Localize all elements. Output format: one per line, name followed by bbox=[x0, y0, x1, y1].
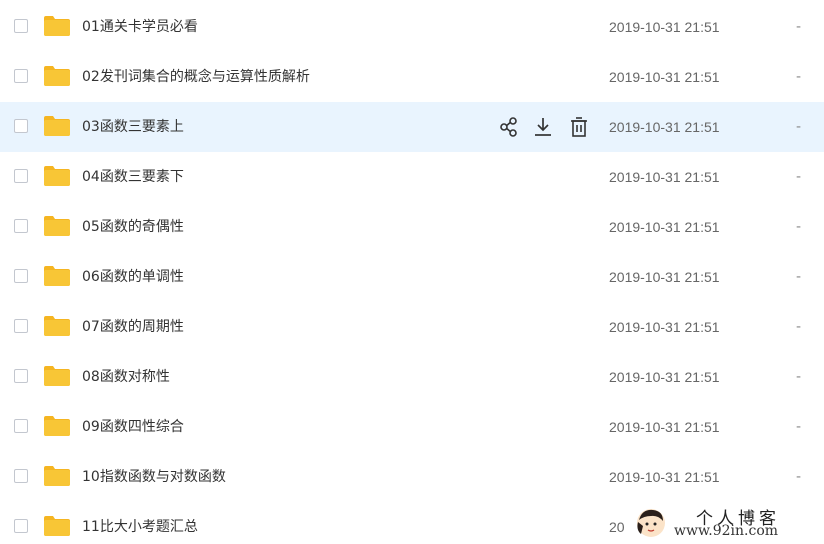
modified-time: 2019-10-31 21:51 bbox=[609, 469, 720, 485]
modified-time: 2019-10-31 21:51 bbox=[609, 219, 720, 235]
row-checkbox[interactable] bbox=[14, 219, 28, 233]
delete-icon[interactable] bbox=[568, 116, 590, 138]
download-icon[interactable] bbox=[532, 116, 554, 138]
file-row[interactable]: 02发刊词集合的概念与运算性质解析 2019-10-31 21:51 - bbox=[0, 52, 824, 102]
avatar-logo bbox=[637, 509, 665, 537]
watermark: 个人博客 www.92in.com bbox=[630, 502, 824, 544]
file-row[interactable]: 04函数三要素下 2019-10-31 21:51 - bbox=[0, 152, 824, 202]
file-size: - bbox=[796, 269, 802, 285]
file-row[interactable]: 06函数的单调性 2019-10-31 21:51 - bbox=[0, 252, 824, 302]
folder-icon bbox=[44, 116, 70, 136]
file-name[interactable]: 02发刊词集合的概念与运算性质解析 bbox=[82, 52, 310, 102]
folder-icon bbox=[44, 416, 70, 436]
modified-time: 2019-10-31 21:51 bbox=[609, 319, 720, 335]
file-name[interactable]: 04函数三要素下 bbox=[82, 152, 184, 202]
file-size: - bbox=[796, 469, 802, 485]
file-name[interactable]: 03函数三要素上 bbox=[82, 102, 184, 152]
folder-icon bbox=[44, 466, 70, 486]
file-name[interactable]: 01通关卡学员必看 bbox=[82, 2, 198, 52]
folder-icon bbox=[44, 166, 70, 186]
folder-icon bbox=[44, 216, 70, 236]
file-size: - bbox=[796, 19, 802, 35]
file-list: 01通关卡学员必看 2019-10-31 21:51 - 02发刊词集合的概念与… bbox=[0, 0, 824, 544]
file-size: - bbox=[796, 119, 802, 135]
file-row[interactable]: 01通关卡学员必看 2019-10-31 21:51 - bbox=[0, 2, 824, 52]
file-size: - bbox=[796, 219, 802, 235]
folder-icon bbox=[44, 366, 70, 386]
file-name[interactable]: 07函数的周期性 bbox=[82, 302, 184, 352]
file-name[interactable]: 11比大小考题汇总 bbox=[82, 502, 198, 544]
modified-time: 2019-10-31 21:51 bbox=[609, 69, 720, 85]
file-row[interactable]: 05函数的奇偶性 2019-10-31 21:51 - bbox=[0, 202, 824, 252]
row-checkbox[interactable] bbox=[14, 519, 28, 533]
modified-time: 2019-10-31 21:51 bbox=[609, 269, 720, 285]
row-checkbox[interactable] bbox=[14, 419, 28, 433]
row-checkbox[interactable] bbox=[14, 19, 28, 33]
file-name[interactable]: 09函数四性综合 bbox=[82, 402, 184, 452]
file-row[interactable]: 09函数四性综合 2019-10-31 21:51 - bbox=[0, 402, 824, 452]
file-size: - bbox=[796, 369, 802, 385]
row-checkbox[interactable] bbox=[14, 69, 28, 83]
file-size: - bbox=[796, 169, 802, 185]
modified-time: 20 bbox=[609, 519, 625, 535]
modified-time: 2019-10-31 21:51 bbox=[609, 369, 720, 385]
file-row[interactable]: 08函数对称性 2019-10-31 21:51 - bbox=[0, 352, 824, 402]
modified-time: 2019-10-31 21:51 bbox=[609, 169, 720, 185]
file-row[interactable]: 07函数的周期性 2019-10-31 21:51 - bbox=[0, 302, 824, 352]
file-size: - bbox=[796, 419, 802, 435]
row-checkbox[interactable] bbox=[14, 169, 28, 183]
file-size: - bbox=[796, 319, 802, 335]
file-name[interactable]: 05函数的奇偶性 bbox=[82, 202, 184, 252]
row-checkbox[interactable] bbox=[14, 369, 28, 383]
file-row-hovered[interactable]: 03函数三要素上 2019-10-31 21:51 - bbox=[0, 102, 824, 152]
row-checkbox[interactable] bbox=[14, 269, 28, 283]
folder-icon bbox=[44, 266, 70, 286]
file-name[interactable]: 10指数函数与对数函数 bbox=[82, 452, 226, 502]
row-checkbox[interactable] bbox=[14, 319, 28, 333]
row-checkbox[interactable] bbox=[14, 119, 28, 133]
file-name[interactable]: 06函数的单调性 bbox=[82, 252, 184, 302]
file-row[interactable]: 10指数函数与对数函数 2019-10-31 21:51 - bbox=[0, 452, 824, 502]
watermark-url: www.92in.com bbox=[674, 523, 779, 539]
folder-icon bbox=[44, 316, 70, 336]
modified-time: 2019-10-31 21:51 bbox=[609, 119, 720, 135]
folder-icon bbox=[44, 516, 70, 536]
file-name[interactable]: 08函数对称性 bbox=[82, 352, 170, 402]
file-size: - bbox=[796, 69, 802, 85]
share-icon[interactable] bbox=[498, 116, 520, 138]
folder-icon bbox=[44, 16, 70, 36]
modified-time: 2019-10-31 21:51 bbox=[609, 419, 720, 435]
folder-icon bbox=[44, 66, 70, 86]
row-checkbox[interactable] bbox=[14, 469, 28, 483]
modified-time: 2019-10-31 21:51 bbox=[609, 19, 720, 35]
